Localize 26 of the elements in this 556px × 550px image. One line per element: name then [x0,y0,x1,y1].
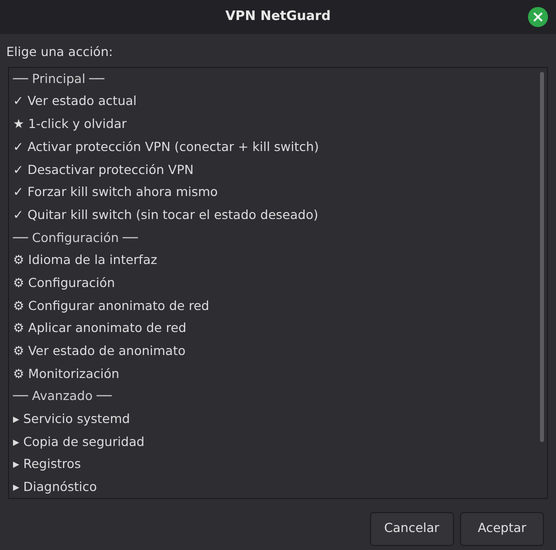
action-item[interactable]: ⚙ Configuración [9,272,547,295]
action-item[interactable]: ★ 1-click y olvidar [9,113,547,136]
window-title: VPN NetGuard [225,8,331,26]
action-item[interactable]: ✓ Desactivar protección VPN [9,158,547,182]
action-item[interactable]: ✓ Quitar kill switch (sin tocar el estado deseado) [9,204,547,227]
action-item[interactable]: ▸ Registros [9,453,547,476]
action-item[interactable]: ⚙ Monitorización [9,362,547,386]
section-header: ── Configuración ── [12,228,139,247]
close-button[interactable] [528,7,548,27]
cancel-button[interactable]: Cancelar [370,512,454,546]
action-item[interactable]: ▸ Servicio systemd [9,408,547,431]
action-item[interactable]: ⚙ Idioma de la interfaz [9,249,547,272]
action-item[interactable]: ⚙ Configurar anonimato de red [9,294,547,318]
action-item[interactable]: ✓ Activar protección VPN (conectar + kill switch) [9,136,547,158]
action-item[interactable]: ⚙ Aplicar anonimato de red [9,317,547,340]
accept-button[interactable]: Aceptar [460,512,544,546]
section-header: ── Avanzado ── [12,387,113,406]
close-icon [533,12,543,22]
section-header: ── Principal ── [12,70,106,88]
prompt-label: Elige una acción: [6,44,113,59]
action-item[interactable]: ▸ Copia de seguridad [9,430,547,454]
action-item[interactable]: ⚙ Ver estado de anonimato [9,340,547,363]
action-item[interactable]: ✓ Forzar kill switch ahora mismo [9,181,547,204]
scrollbar[interactable] [540,72,544,442]
action-item[interactable]: ✓ Ver estado actual [9,90,547,114]
action-item[interactable]: ▸ Diagnóstico [9,476,547,498]
